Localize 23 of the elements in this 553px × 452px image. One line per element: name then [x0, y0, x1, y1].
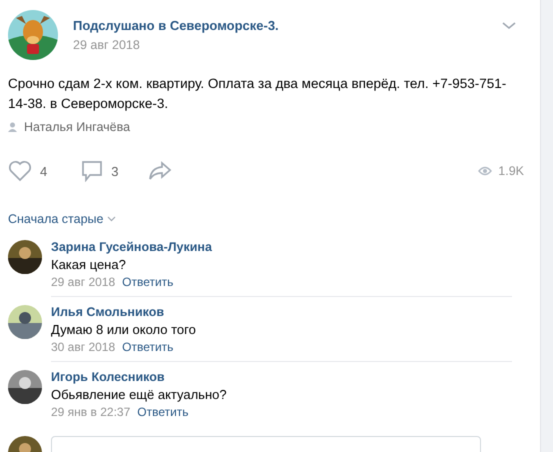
view-count: 1.9K	[498, 164, 524, 178]
commenter-name[interactable]: Илья Смольников	[51, 305, 164, 319]
reply-link[interactable]: Ответить	[122, 275, 174, 289]
commenter-name[interactable]: Зарина Гусейнова-Лукина	[51, 240, 212, 254]
comment-date: 29 авг 2018	[51, 275, 116, 289]
post-text: Срочно сдам 2-х ком. квартиру. Оплата за два месяца вперёд. тел. +7-953-751-14-38. в Североморске-3.	[7, 75, 508, 113]
comment-date: 30 авг 2018	[51, 340, 116, 354]
community-name[interactable]: Подслушано в Североморске-3.	[73, 18, 279, 33]
comment-date: 29 янв в 22:37	[51, 405, 130, 419]
reply-link[interactable]: Ответить	[137, 405, 189, 419]
signer-name[interactable]: Наталья Ингачёва	[24, 120, 130, 134]
eye-icon	[478, 166, 492, 176]
comment-text: Думаю 8 или около того	[51, 322, 197, 337]
share-icon[interactable]	[148, 161, 172, 181]
post-date: 29 авг 2018	[73, 38, 140, 52]
chevron-down-icon[interactable]	[502, 22, 516, 30]
sort-dropdown[interactable]: Сначала старые	[8, 212, 116, 226]
comment-text: Обьявление ещё актуально?	[51, 387, 228, 402]
comment-text: Какая цена?	[51, 257, 127, 272]
chevron-down-icon	[107, 216, 116, 222]
person-icon	[8, 122, 17, 132]
reply-link[interactable]: Ответить	[122, 340, 174, 354]
commenter-name[interactable]: Игорь Колесников	[51, 370, 165, 384]
